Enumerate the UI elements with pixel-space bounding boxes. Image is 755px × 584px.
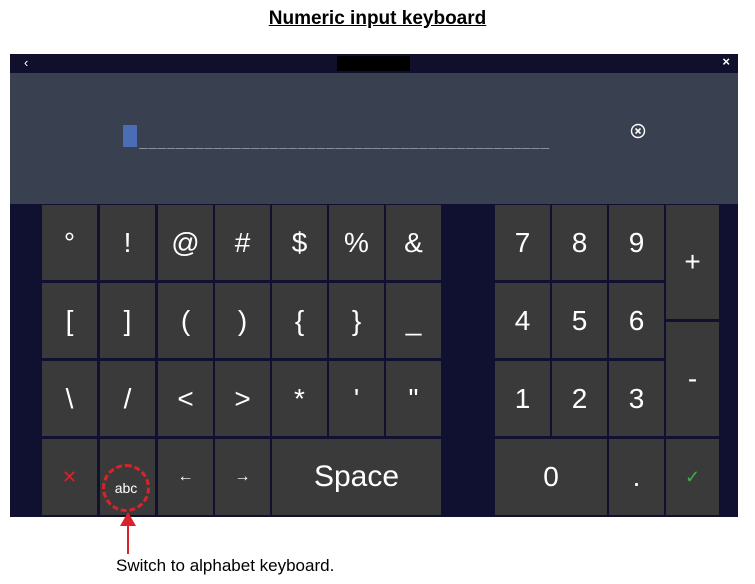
space-key[interactable]: Space: [272, 439, 441, 515]
key-decimal[interactable]: .: [609, 439, 664, 515]
confirm-button[interactable]: ✓: [666, 439, 719, 515]
cursor-right-button[interactable]: →: [215, 439, 270, 515]
key-degree[interactable]: °: [42, 205, 97, 280]
key-exclamation[interactable]: !: [100, 205, 155, 280]
key-4[interactable]: 4: [495, 283, 550, 358]
key-backslash[interactable]: \: [42, 361, 97, 436]
title-bar: ‹ ×: [10, 54, 738, 73]
key-7[interactable]: 7: [495, 205, 550, 280]
key-minus[interactable]: -: [666, 322, 719, 436]
key-at[interactable]: @: [158, 205, 213, 280]
key-0[interactable]: 0: [495, 439, 607, 515]
key-8[interactable]: 8: [552, 205, 607, 280]
key-1[interactable]: 1: [495, 361, 550, 436]
cursor-left-button[interactable]: ←: [158, 439, 213, 515]
text-cursor: [123, 125, 137, 147]
key-hash[interactable]: #: [215, 205, 270, 280]
key-underscore[interactable]: _: [386, 283, 441, 358]
key-dollar[interactable]: $: [272, 205, 327, 280]
key-percent[interactable]: %: [329, 205, 384, 280]
key-3[interactable]: 3: [609, 361, 664, 436]
input-underline: ________________________________________…: [139, 133, 551, 150]
abc-callout-circle: [102, 464, 150, 512]
key-ampersand[interactable]: &: [386, 205, 441, 280]
key-left-brace[interactable]: {: [272, 283, 327, 358]
key-6[interactable]: 6: [609, 283, 664, 358]
page-heading: Numeric input keyboard: [268, 8, 487, 29]
key-apostrophe[interactable]: ': [329, 361, 384, 436]
title-redacted: [337, 56, 410, 71]
key-asterisk[interactable]: *: [272, 361, 327, 436]
key-plus[interactable]: +: [666, 205, 719, 319]
key-right-paren[interactable]: ): [215, 283, 270, 358]
back-button[interactable]: ‹: [24, 55, 28, 70]
clear-input-icon[interactable]: [630, 123, 646, 139]
key-9[interactable]: 9: [609, 205, 664, 280]
key-2[interactable]: 2: [552, 361, 607, 436]
close-button[interactable]: ×: [722, 54, 730, 69]
numeric-keyboard: ‹ × ____________________________________…: [10, 54, 738, 517]
key-left-bracket[interactable]: [: [42, 283, 97, 358]
key-slash[interactable]: /: [100, 361, 155, 436]
key-left-paren[interactable]: (: [158, 283, 213, 358]
cancel-button[interactable]: ✕: [42, 439, 97, 515]
callout-caption: Switch to alphabet keyboard.: [116, 556, 335, 575]
key-right-brace[interactable]: }: [329, 283, 384, 358]
callout-arrow-line: [127, 524, 129, 554]
key-greater-than[interactable]: >: [215, 361, 270, 436]
key-5[interactable]: 5: [552, 283, 607, 358]
key-right-bracket[interactable]: ]: [100, 283, 155, 358]
input-field[interactable]: ________________________________________…: [10, 73, 738, 204]
key-less-than[interactable]: <: [158, 361, 213, 436]
key-quote[interactable]: ": [386, 361, 441, 436]
